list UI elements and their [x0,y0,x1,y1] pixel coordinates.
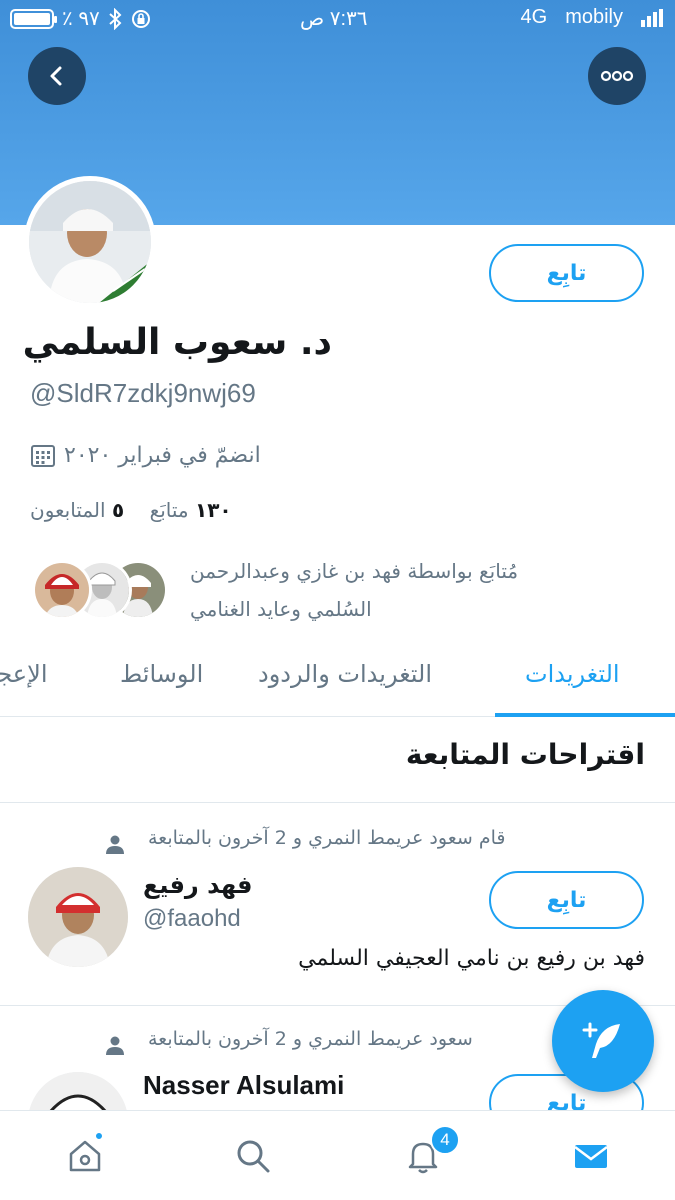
avatar [32,560,92,620]
follow-counts: ١٣٠ متابَع ٥ المتابعون [30,498,232,522]
suggestion-handle: @faaohd [143,905,241,932]
suggestion-name[interactable]: فهد رفيع [143,871,253,899]
compose-tweet-button[interactable] [552,990,654,1092]
tab-media[interactable]: الوسائط [120,660,203,688]
tab-tweets[interactable]: التغريدات [525,660,620,688]
person-icon [106,835,124,854]
profile-name: د. سعوب السلمي [22,322,332,363]
suggestion-name[interactable]: Nasser Alsulami [143,1070,344,1101]
status-bar-left: ٪ ٩٧ [10,6,152,31]
following-count: ١٣٠ [195,498,232,522]
suggestion-item[interactable]: قام سعود عريمط النمري و 2 آخرون بالمتابع… [0,803,675,1005]
envelope-icon [574,1145,608,1168]
follow-button[interactable]: تابِع [489,244,644,302]
profile-tabs: التغريدات التغريدات والردود الوسائط الإع… [0,640,675,717]
status-time: ٧:٣٦ ص [300,8,368,30]
search-icon [237,1140,270,1173]
back-button[interactable] [28,47,86,105]
suggestion-follow-button[interactable]: تابِع [489,871,644,929]
following-label: متابَع [149,498,189,522]
followers-link[interactable]: ٥ المتابعون [30,498,124,522]
status-bar-right: 4G mobily [521,6,663,29]
following-link[interactable]: ١٣٠ متابَع [150,498,232,522]
active-tab-indicator [495,713,675,717]
compose-tweet-icon [582,1022,620,1058]
joined-date: انضمّ في فبراير ٢٠٢٠ [30,442,261,468]
rotation-lock-icon [131,9,150,28]
battery-percent: ٪ ٩٧ [62,8,100,30]
nav-home[interactable] [60,1131,110,1181]
home-icon [69,1140,101,1172]
home-new-dot [94,1131,104,1141]
avatar-image [29,181,151,303]
tab-tweets-replies[interactable]: التغريدات والردود [258,660,432,688]
nav-messages[interactable] [566,1131,616,1181]
joined-text: انضمّ في فبراير ٢٠٢٠ [64,442,261,468]
suggestion-avatar[interactable] [28,1072,128,1110]
carrier-name: mobily [565,6,623,28]
profile-handle: @SldR7zdkj9nwj69 [30,378,256,408]
person-icon [106,1036,124,1055]
network-type: 4G [520,6,548,28]
suggestions-title: اقتراحات المتابعة [405,738,645,771]
followers-label: المتابعون [30,498,106,522]
suggestion-avatar[interactable] [28,867,128,967]
suggestion-context: قام سعود عريمط النمري و 2 آخرون بالمتابع… [148,827,506,849]
bottom-nav: 4 [0,1110,675,1200]
battery-icon [10,8,57,29]
followed-by-line-2: السُلمي وعايد الغنامي [190,597,372,621]
suggestion-context: سعود عريمط النمري و 2 آخرون بالمتابعة [148,1028,473,1050]
nav-search[interactable] [228,1131,278,1181]
chevron-left-icon [50,66,62,86]
tab-likes[interactable]: الإعجا [0,660,47,688]
more-dots-icon [600,70,634,82]
signal-icon [641,8,663,27]
calendar-icon [31,445,55,467]
more-button[interactable] [588,47,646,105]
profile-avatar[interactable] [24,176,156,308]
followed-by-text[interactable]: مُتابَع بواسطة فهد بن غازي وعبدالرحمن ال… [190,552,610,628]
followers-count: ٥ [111,498,125,522]
followed-by-line-1: مُتابَع بواسطة فهد بن غازي وعبدالرحمن [190,559,519,583]
status-bar: ٪ ٩٧ ٧:٣٦ ص 4G mobily [0,0,675,40]
followed-by-avatars[interactable] [32,560,172,622]
notifications-badge: 4 [430,1125,460,1155]
bluetooth-icon [109,7,122,30]
suggestion-bio: فهد بن رفيع بن نامي العجيفي السلمي [298,946,645,971]
